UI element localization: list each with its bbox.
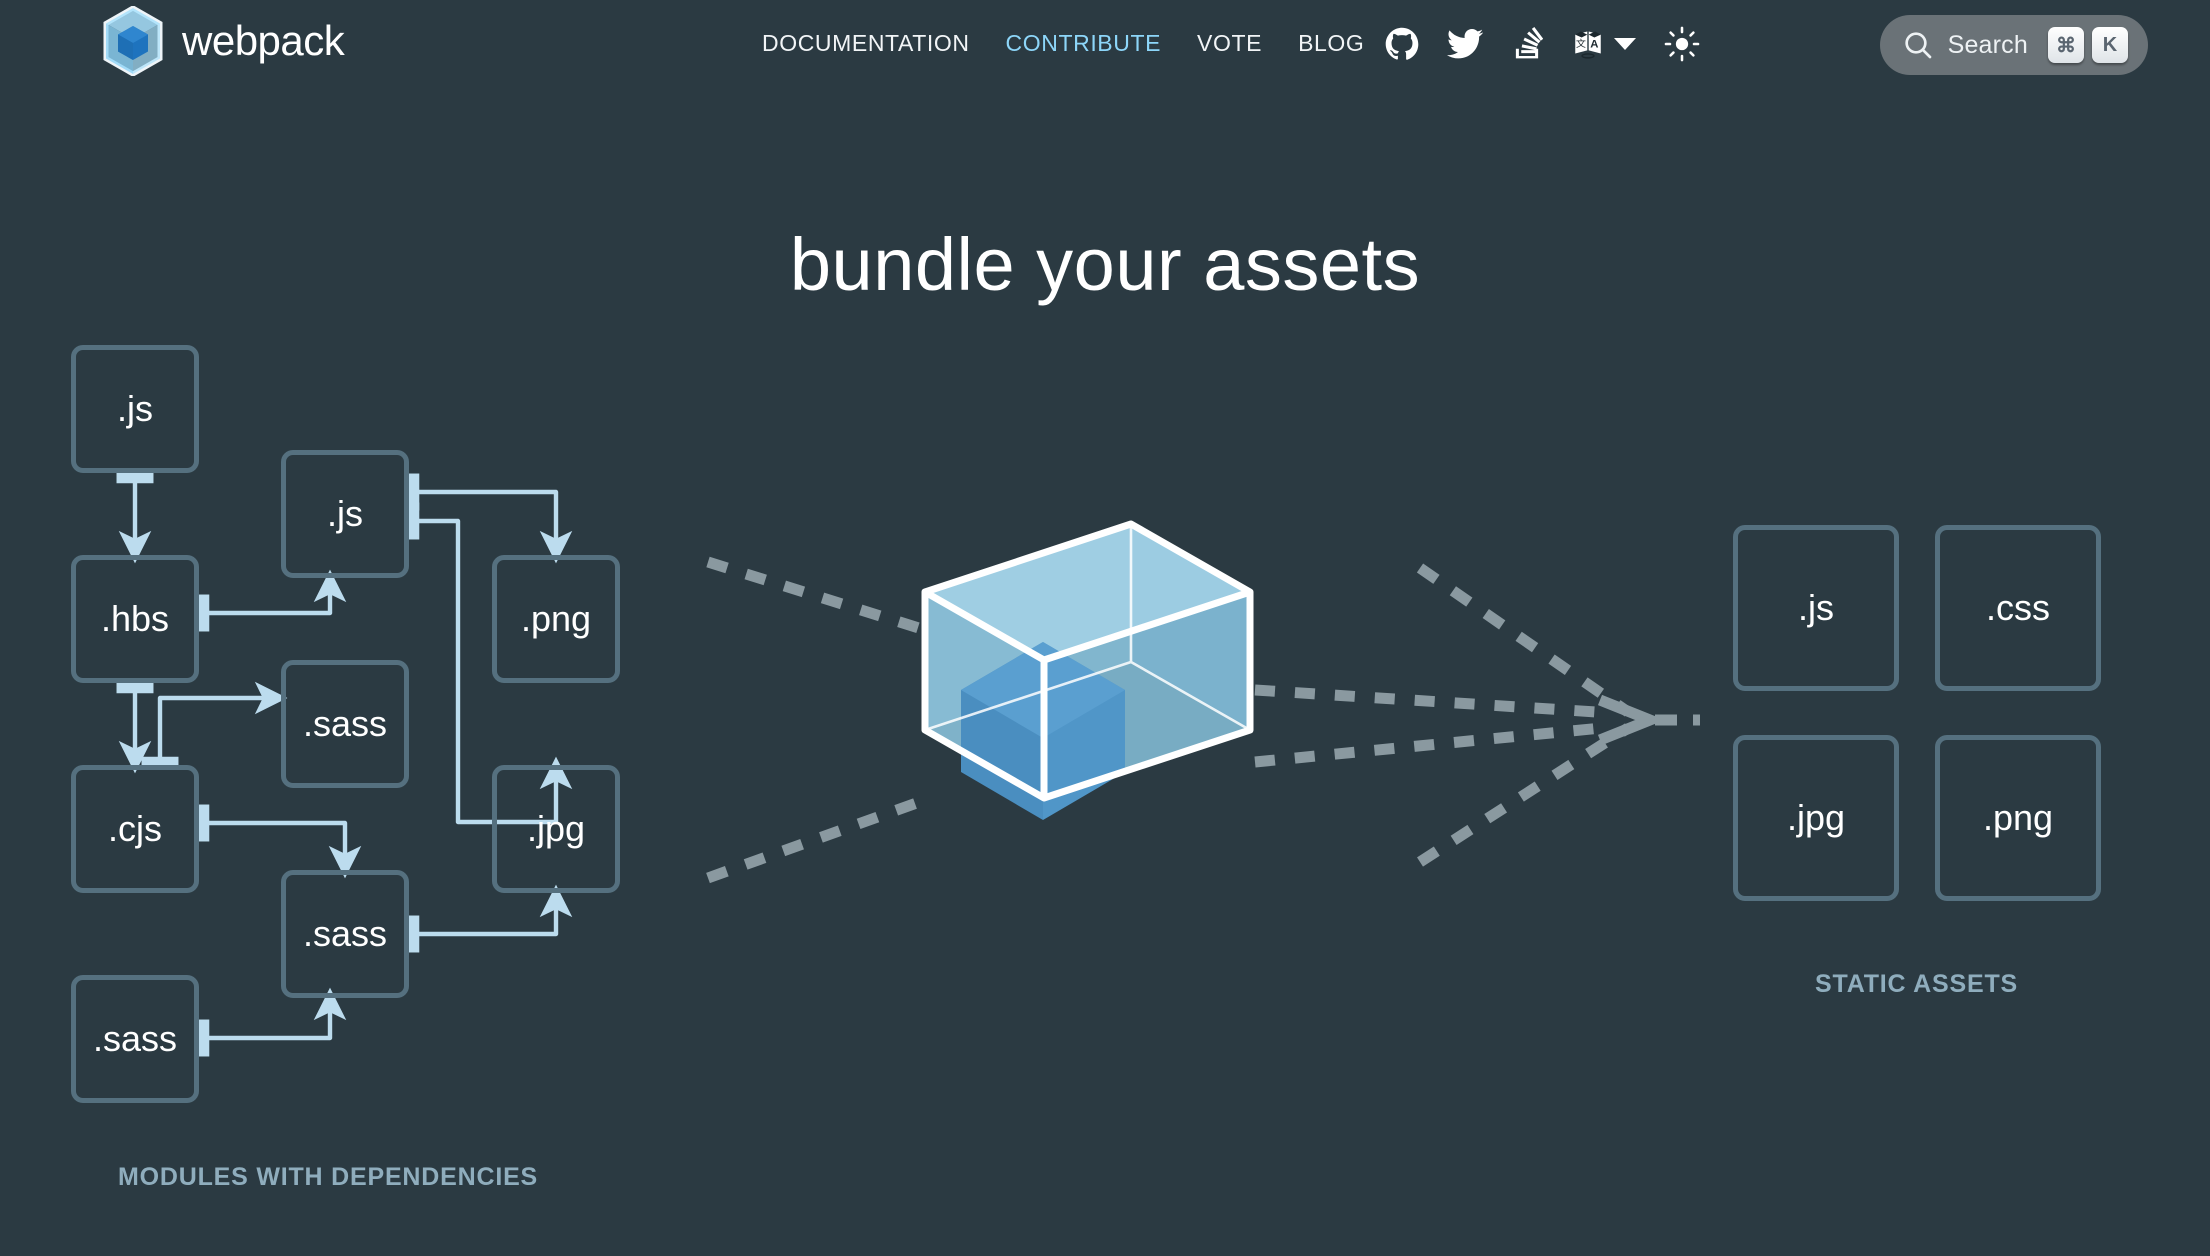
module-box-sass-2[interactable]: .sass [281, 870, 409, 998]
module-box-sass-1[interactable]: .sass [281, 660, 409, 788]
bundling-diagram: .js .js .hbs .png .sass .cjs .jpg .sass … [0, 0, 2210, 1256]
module-box-jpg[interactable]: .jpg [492, 765, 620, 893]
module-box-png[interactable]: .png [492, 555, 620, 683]
asset-box-jpg[interactable]: .jpg [1733, 735, 1899, 901]
asset-box-js[interactable]: .js [1733, 525, 1899, 691]
webpack-homepage: webpack DOCUMENTATION CONTRIBUTE VOTE BL… [0, 0, 2210, 1256]
modules-group-label: MODULES WITH DEPENDENCIES [118, 1163, 539, 1191]
module-box-js-2[interactable]: .js [281, 450, 409, 578]
assets-group-label: STATIC ASSETS [1815, 970, 2019, 998]
module-box-cjs[interactable]: .cjs [71, 765, 199, 893]
webpack-cube-graphic [921, 520, 1254, 820]
asset-box-css[interactable]: .css [1935, 525, 2101, 691]
module-box-js-1[interactable]: .js [71, 345, 199, 473]
module-box-sass-3[interactable]: .sass [71, 975, 199, 1103]
asset-box-png[interactable]: .png [1935, 735, 2101, 901]
module-box-hbs[interactable]: .hbs [71, 555, 199, 683]
